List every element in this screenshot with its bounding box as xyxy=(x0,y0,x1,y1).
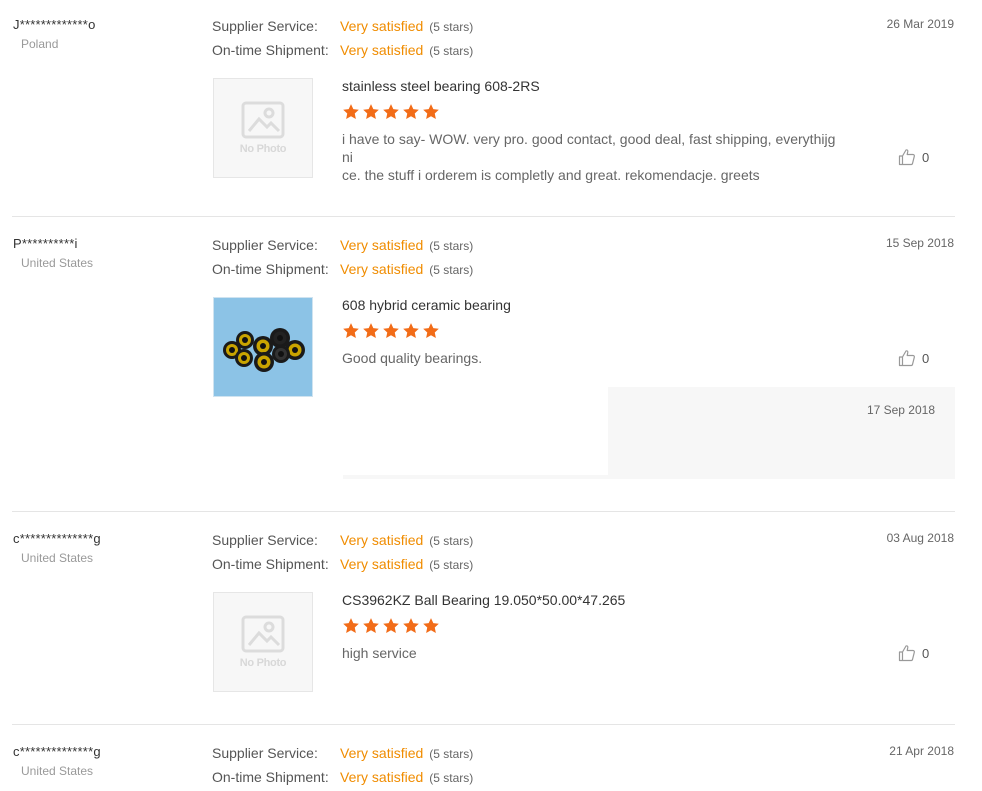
review-text-line: i have to say- WOW. very pro. good conta… xyxy=(342,131,836,165)
ontime-shipment-value: Very satisfied xyxy=(340,769,424,785)
review-date: 15 Sep 2018 xyxy=(885,236,954,250)
star-icon xyxy=(403,104,419,119)
review-divider xyxy=(12,511,955,512)
no-photo-label: No Photo xyxy=(239,143,287,155)
star-icon xyxy=(403,323,419,338)
supplier-service-value: Very satisfied xyxy=(340,18,424,34)
star-icon xyxy=(343,323,359,338)
supplier-service-label: Supplier Service: xyxy=(212,532,318,548)
supplier-service-row: Supplier Service: Very satisfied (5 stars) xyxy=(212,745,473,761)
review-text-line: high service xyxy=(342,645,417,661)
helpful-button[interactable]: 0 xyxy=(898,644,929,662)
bearing-photo-image xyxy=(214,298,312,396)
star-icon xyxy=(343,618,359,633)
star-icon xyxy=(423,618,439,633)
ontime-shipment-label: On-time Shipment: xyxy=(212,556,329,572)
product-photo[interactable] xyxy=(213,297,313,397)
star-rating xyxy=(342,322,440,340)
supplier-service-stars: (5 stars) xyxy=(429,747,474,761)
star-icon xyxy=(363,323,379,338)
helpful-button[interactable]: 0 xyxy=(898,148,929,166)
supplier-service-stars: (5 stars) xyxy=(429,20,474,34)
ontime-shipment-value: Very satisfied xyxy=(340,261,424,277)
helpful-count: 0 xyxy=(922,149,930,165)
ontime-shipment-label: On-time Shipment: xyxy=(212,769,329,785)
ontime-shipment-stars: (5 stars) xyxy=(429,771,474,785)
star-icon xyxy=(363,618,379,633)
image-placeholder-icon xyxy=(241,615,285,653)
reply-date: 17 Sep 2018 xyxy=(866,403,935,417)
ontime-shipment-stars: (5 stars) xyxy=(429,558,474,572)
supplier-service-row: Supplier Service: Very satisfied (5 stars) xyxy=(212,237,473,253)
supplier-service-value: Very satisfied xyxy=(340,237,424,253)
product-thumbnail[interactable]: No Photo xyxy=(213,78,313,178)
ontime-shipment-row: On-time Shipment: Very satisfied (5 stars) xyxy=(212,556,473,572)
helpful-count: 0 xyxy=(922,350,930,366)
thumbs-up-icon xyxy=(898,149,915,166)
supplier-service-row: Supplier Service: Very satisfied (5 stars) xyxy=(212,532,473,548)
buyer-name: P**********i xyxy=(13,236,78,251)
star-icon xyxy=(383,618,399,633)
image-placeholder-icon xyxy=(241,101,285,139)
review-text: high service xyxy=(342,644,842,662)
ontime-shipment-stars: (5 stars) xyxy=(429,263,474,277)
review-text-line: Good quality bearings. xyxy=(342,350,483,366)
supplier-service-label: Supplier Service: xyxy=(212,745,318,761)
ontime-shipment-value: Very satisfied xyxy=(340,42,424,58)
supplier-service-label: Supplier Service: xyxy=(212,237,318,253)
helpful-count: 0 xyxy=(922,645,930,661)
supplier-reply: 17 Sep 2018 xyxy=(343,387,955,479)
ontime-shipment-stars: (5 stars) xyxy=(429,44,474,58)
buyer-name: c**************g xyxy=(13,744,101,759)
product-thumbnail[interactable]: No Photo xyxy=(213,592,313,692)
review-date: 26 Mar 2019 xyxy=(886,17,954,31)
star-icon xyxy=(343,104,359,119)
reply-content-area xyxy=(343,387,608,475)
star-icon xyxy=(383,323,399,338)
review-divider xyxy=(12,724,955,725)
buyer-name: c**************g xyxy=(13,531,101,546)
review-text-line: ce. the stuff i orderem is completly and… xyxy=(342,167,760,183)
thumbs-up-icon xyxy=(898,350,915,367)
star-icon xyxy=(423,104,439,119)
buyer-country: United States xyxy=(21,764,94,778)
ontime-shipment-label: On-time Shipment: xyxy=(212,261,329,277)
no-photo-label: No Photo xyxy=(239,657,287,669)
star-icon xyxy=(423,323,439,338)
review-divider xyxy=(12,216,955,217)
supplier-service-stars: (5 stars) xyxy=(429,239,474,253)
buyer-country: United States xyxy=(21,551,94,565)
supplier-service-stars: (5 stars) xyxy=(429,534,474,548)
product-title[interactable]: CS3962KZ Ball Bearing 19.050*50.00*47.26… xyxy=(342,592,625,608)
star-rating xyxy=(342,103,440,121)
product-title[interactable]: 608 hybrid ceramic bearing xyxy=(342,297,511,313)
ontime-shipment-label: On-time Shipment: xyxy=(212,42,329,58)
supplier-service-value: Very satisfied xyxy=(340,532,424,548)
star-icon xyxy=(383,104,399,119)
ontime-shipment-value: Very satisfied xyxy=(340,556,424,572)
star-icon xyxy=(363,104,379,119)
helpful-button[interactable]: 0 xyxy=(898,349,929,367)
buyer-country: Poland xyxy=(21,37,59,51)
buyer-name: J*************o xyxy=(13,17,96,32)
review-date: 21 Apr 2018 xyxy=(889,744,954,758)
supplier-service-row: Supplier Service: Very satisfied (5 stars) xyxy=(212,18,473,34)
ontime-shipment-row: On-time Shipment: Very satisfied (5 stars) xyxy=(212,261,473,277)
supplier-service-label: Supplier Service: xyxy=(212,18,318,34)
thumbs-up-icon xyxy=(898,645,915,662)
review-date: 03 Aug 2018 xyxy=(886,531,954,545)
supplier-service-value: Very satisfied xyxy=(340,745,424,761)
review-text: Good quality bearings. xyxy=(342,349,842,367)
star-rating xyxy=(342,617,440,635)
review-text: i have to say- WOW. very pro. good conta… xyxy=(342,130,842,184)
ontime-shipment-row: On-time Shipment: Very satisfied (5 stars) xyxy=(212,42,473,58)
star-icon xyxy=(403,618,419,633)
buyer-country: United States xyxy=(21,256,94,270)
product-title[interactable]: stainless steel bearing 608-2RS xyxy=(342,78,540,94)
ontime-shipment-row: On-time Shipment: Very satisfied (5 stars) xyxy=(212,769,473,785)
